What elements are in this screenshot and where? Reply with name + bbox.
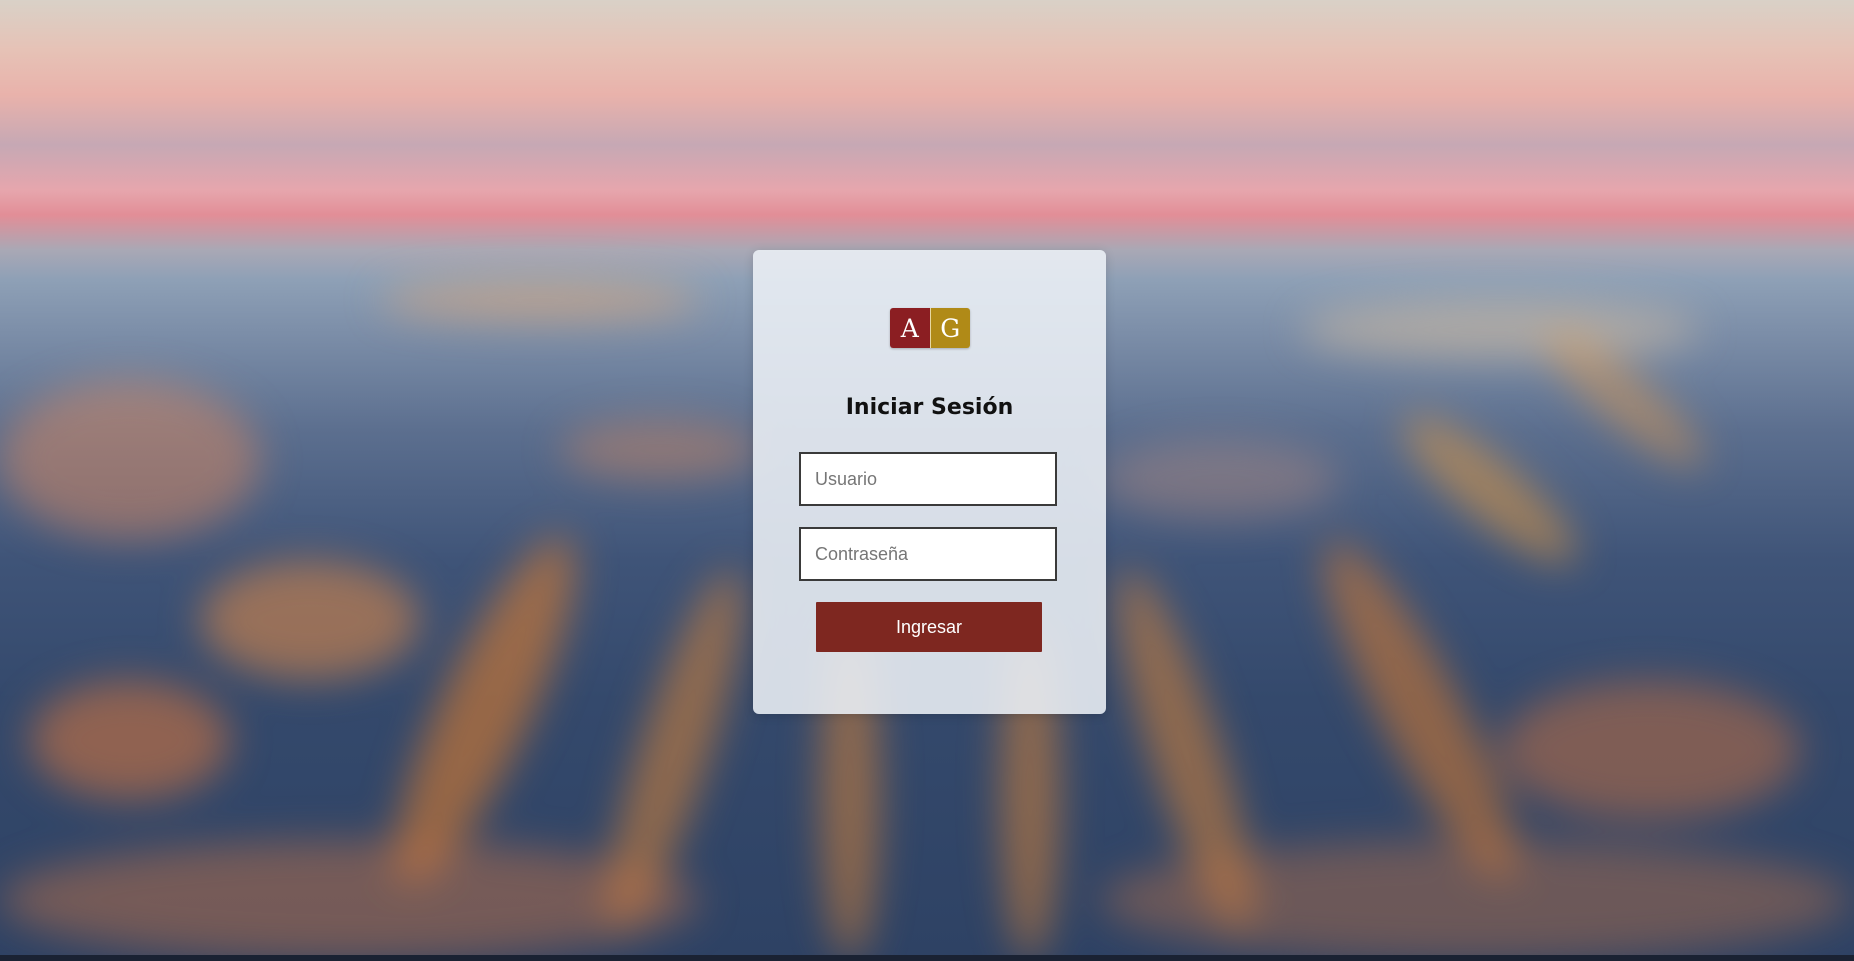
login-card: A G Iniciar Sesión Ingresar	[753, 250, 1106, 714]
username-input[interactable]	[799, 452, 1057, 506]
company-logo: A G	[890, 308, 970, 348]
logo-letter-g: G	[929, 308, 970, 348]
logo-letter-a: A	[890, 308, 930, 348]
login-submit-button[interactable]: Ingresar	[816, 602, 1042, 652]
login-title: Iniciar Sesión	[845, 395, 1014, 420]
password-input[interactable]	[799, 527, 1057, 581]
